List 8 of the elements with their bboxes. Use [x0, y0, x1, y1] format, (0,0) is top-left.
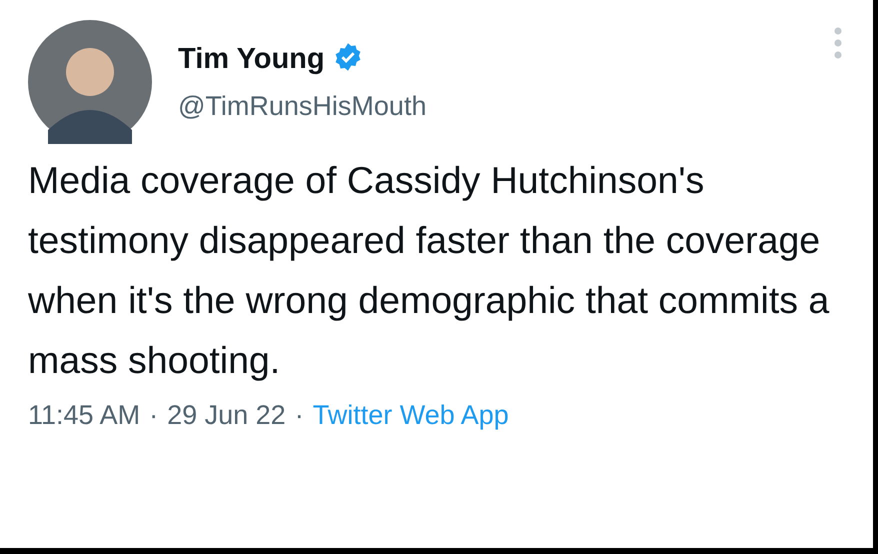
separator-dot: ·: [149, 400, 158, 431]
timestamp: 29 Jun 22: [167, 400, 286, 431]
avatar[interactable]: [28, 20, 152, 144]
author-name[interactable]: Tim Young: [178, 43, 325, 76]
separator-dot: ·: [294, 400, 304, 431]
timestamp: 11:45 AM: [28, 400, 140, 431]
author-handle[interactable]: @TimRunsHisMouth: [178, 91, 426, 122]
tweet-text: Media coverage of Cassidy Hutchinson's testimony disappeared faster than the coverage when it's the wrong demographic that commits a mass shooting.: [28, 158, 830, 383]
